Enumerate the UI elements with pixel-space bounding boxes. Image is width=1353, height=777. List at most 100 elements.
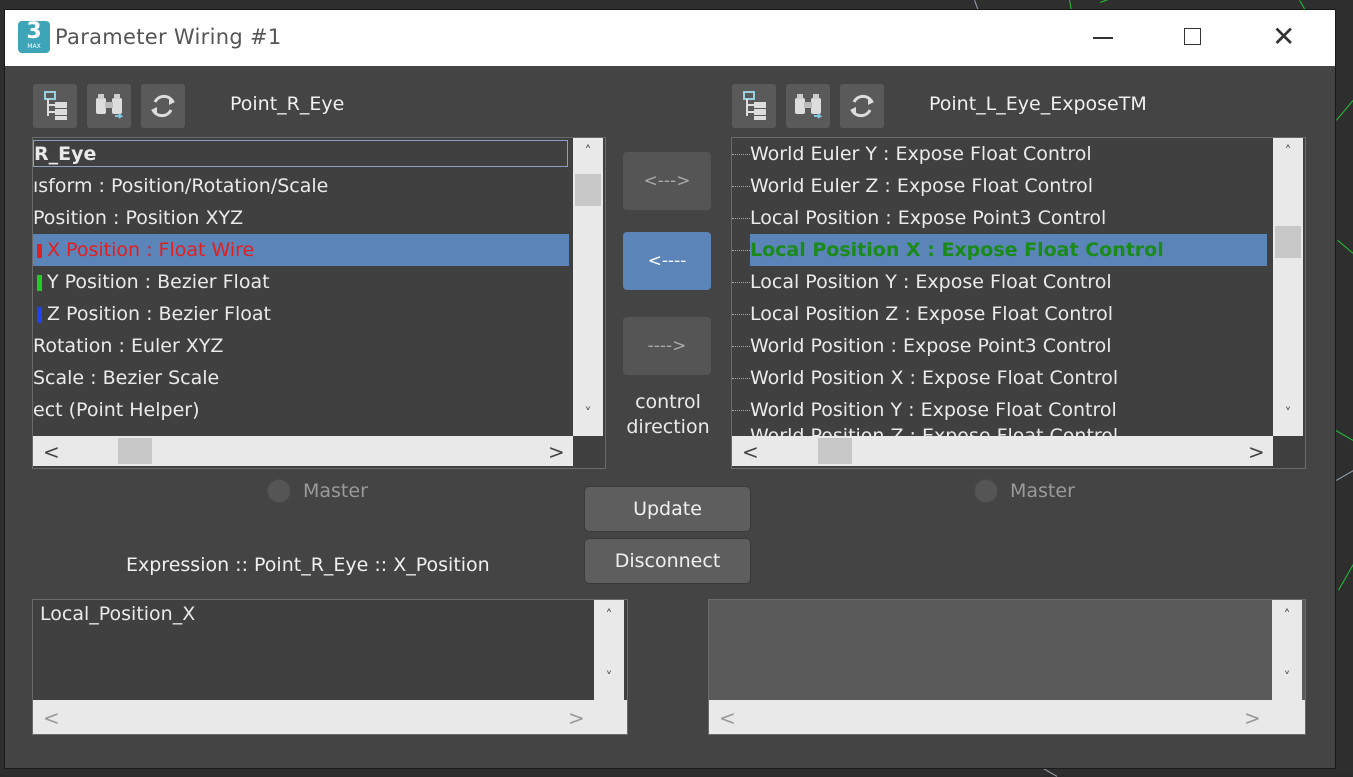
left-master-label: Master [303, 480, 368, 502]
tree-item[interactable]: Y Position : Bezier Float [33, 266, 270, 298]
tree-item-label: Local Position X : Expose Float Control [750, 234, 1267, 266]
left-master-radio[interactable] [267, 479, 291, 503]
right-parameter-tree[interactable]: World Euler Y : Expose Float Control Wor… [731, 137, 1306, 469]
scroll-down-icon[interactable]: ˅ [1272, 670, 1302, 686]
tree-item-selected[interactable]: X Position : Float Wire [33, 234, 569, 266]
tree-item[interactable]: World Position Z : Expose Float Control [732, 420, 1118, 436]
caption-line: direction [605, 415, 731, 440]
scroll-down-icon[interactable]: ˅ [594, 670, 624, 686]
maximize-button[interactable] [1158, 10, 1228, 66]
tree-item[interactable]: Scale : Bezier Scale [33, 362, 219, 394]
scroll-left-icon[interactable]: < [43, 440, 60, 464]
tree-item-label: R_Eye [33, 140, 568, 167]
tree-connector [732, 314, 750, 315]
left-to-right-direction-button[interactable]: ----> [623, 317, 711, 375]
right-tree-hscrollbar[interactable]: < > [732, 436, 1273, 466]
scroll-thumb[interactable] [118, 438, 152, 464]
scroll-thumb[interactable] [1275, 226, 1301, 258]
left-hierarchy-button[interactable] [33, 84, 77, 128]
parameter-wiring-dialog: 3 MAX Parameter Wiring #1 ✕ [5, 10, 1335, 768]
tree-connector [732, 154, 750, 155]
scroll-right-icon[interactable]: > [1244, 706, 1261, 730]
scroll-up-icon[interactable]: ˄ [573, 144, 603, 160]
right-expression-field[interactable]: ˄ ˅ < > [708, 599, 1306, 735]
tree-item-label: X Position : Float Wire [47, 239, 254, 261]
scroll-right-icon[interactable]: > [568, 706, 585, 730]
tree-item-label: World Position X : Expose Float Control [750, 367, 1118, 389]
maximize-icon [1184, 28, 1201, 45]
left-find-button[interactable] [87, 84, 131, 128]
right-object-name: Point_L_Eye_ExposeTM [929, 93, 1147, 115]
tree-item[interactable]: Position : Position XYZ [33, 202, 243, 234]
viewport-wire-line [1336, 89, 1353, 120]
tree-item-label: Position : Position XYZ [33, 207, 243, 229]
tree-item-label: Local Position Z : Expose Float Control [750, 303, 1113, 325]
right-find-button[interactable] [786, 84, 830, 128]
expr-vscrollbar[interactable]: ˄ ˅ [1272, 600, 1302, 700]
caption-line: control [605, 390, 731, 415]
minimize-icon [1093, 37, 1113, 39]
expression-text: Local_Position_X [40, 603, 195, 625]
tree-item[interactable]: R_Eye [33, 138, 569, 170]
left-expression-field[interactable]: Local_Position_X ˄ ˅ < > [32, 599, 628, 735]
left-refresh-button[interactable] [141, 84, 185, 128]
tree-item[interactable]: Rotation : Euler XYZ [33, 330, 223, 362]
viewport-wire-line [1100, 0, 1147, 3]
scroll-left-icon[interactable]: < [43, 706, 60, 730]
right-to-left-direction-button[interactable]: <---- [623, 232, 711, 290]
tree-item-label: Rotation : Euler XYZ [33, 335, 223, 357]
scroll-thumb[interactable] [575, 174, 601, 206]
minimize-button[interactable] [1068, 10, 1138, 66]
tree-item[interactable]: Local Position : Expose Point3 Control [732, 202, 1106, 234]
tree-connector [732, 186, 750, 187]
tree-item[interactable]: World Position : Expose Point3 Control [732, 330, 1112, 362]
right-tree-vscrollbar[interactable]: ˄ ˅ [1273, 138, 1303, 436]
binoculars-find-icon [792, 90, 824, 122]
title-bar[interactable]: 3 MAX Parameter Wiring #1 ✕ [5, 10, 1335, 66]
scroll-corner [1273, 436, 1303, 466]
right-master-radio[interactable] [974, 479, 998, 503]
tree-item[interactable]: World Euler Y : Expose Float Control [732, 138, 1092, 170]
right-refresh-button[interactable] [840, 84, 884, 128]
close-icon: ✕ [1272, 23, 1295, 51]
scroll-down-icon[interactable]: ˅ [1273, 406, 1303, 422]
scroll-down-icon[interactable]: ˅ [573, 406, 603, 422]
left-tree-vscrollbar[interactable]: ˄ ˅ [573, 138, 603, 436]
tree-item[interactable]: Z Position : Bezier Float [33, 298, 271, 330]
left-tree-hscrollbar[interactable]: < > [33, 436, 573, 466]
expr-vscrollbar[interactable]: ˄ ˅ [594, 600, 624, 700]
scroll-right-icon[interactable]: > [1248, 440, 1265, 464]
close-button[interactable]: ✕ [1250, 10, 1320, 66]
tree-item[interactable]: ect (Point Helper) [33, 394, 199, 426]
scroll-up-icon[interactable]: ˄ [1273, 144, 1303, 160]
expr-hscrollbar[interactable]: < > [709, 700, 1305, 734]
wire-marker-red [37, 244, 42, 258]
tree-item[interactable]: Local Position Z : Expose Float Control [732, 298, 1113, 330]
tree-item-selected[interactable]: Local Position X : Expose Float Control [732, 234, 1269, 266]
tree-item[interactable]: ısform : Position/Rotation/Scale [33, 170, 328, 202]
scroll-up-icon[interactable]: ˄ [594, 608, 624, 624]
viewport-wire-line [1336, 470, 1353, 481]
tree-connector [732, 378, 750, 379]
two-way-direction-button[interactable]: <---> [623, 152, 711, 210]
right-master-label: Master [1010, 480, 1075, 502]
tree-item[interactable]: World Euler Z : Expose Float Control [732, 170, 1093, 202]
tree-connector [732, 410, 750, 411]
scroll-thumb[interactable] [818, 438, 852, 464]
right-hierarchy-button[interactable] [732, 84, 776, 128]
update-button[interactable]: Update [585, 487, 750, 531]
refresh-icon [147, 90, 179, 122]
scroll-up-icon[interactable]: ˄ [1272, 608, 1302, 624]
scroll-left-icon[interactable]: < [742, 440, 759, 464]
left-parameter-tree[interactable]: R_Eye ısform : Position/Rotation/Scale P… [32, 137, 606, 469]
hierarchy-icon [738, 90, 770, 122]
expr-hscrollbar[interactable]: < > [33, 700, 627, 734]
tree-item[interactable]: Local Position Y : Expose Float Control [732, 266, 1112, 298]
tree-item-label: Z Position : Bezier Float [47, 303, 271, 325]
disconnect-button[interactable]: Disconnect [585, 539, 750, 583]
scroll-left-icon[interactable]: < [719, 706, 736, 730]
track-marker-green [37, 275, 42, 291]
tree-item[interactable]: World Position X : Expose Float Control [732, 362, 1118, 394]
scroll-right-icon[interactable]: > [548, 440, 565, 464]
tree-item-label: Local Position Y : Expose Float Control [750, 271, 1112, 293]
